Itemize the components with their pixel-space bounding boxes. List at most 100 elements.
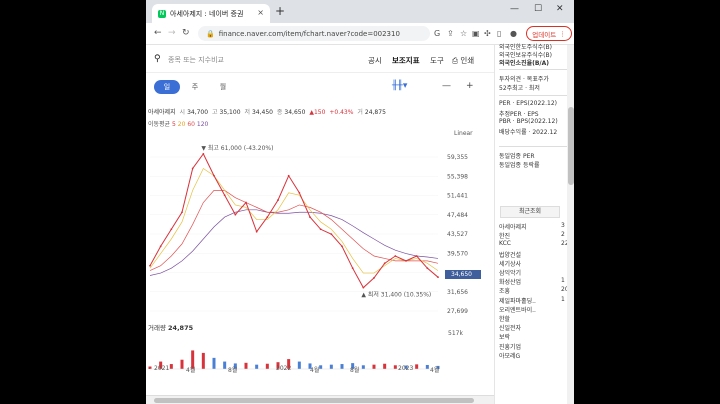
maximize-icon[interactable]: ☐ <box>534 4 542 14</box>
x-tick: 4월 <box>310 367 320 374</box>
x-tick: 4월 <box>430 367 440 374</box>
recent-views-tab[interactable]: 최근조회 <box>500 206 560 218</box>
close-window-icon[interactable]: ✕ <box>556 4 564 14</box>
y-tick-label: 51,441 <box>447 193 468 200</box>
recent-item[interactable]: 법양건설 <box>499 250 521 259</box>
price-point <box>266 216 269 219</box>
x-axis: 2021 4월 8월 2022 4월 8월 2023 4월 <box>146 364 494 376</box>
recent-item[interactable]: 신일전자 <box>499 323 521 332</box>
price-point <box>394 255 397 257</box>
menu-indicators[interactable]: 보조지표 <box>392 55 420 66</box>
recent-item[interactable]: KCC <box>499 240 511 247</box>
price-point <box>234 213 237 216</box>
x-tick: 8월 <box>350 367 360 374</box>
compare-search-input[interactable]: 종목 또는 지수비교 <box>168 55 224 65</box>
recent-item[interactable]: 한진 <box>499 231 510 240</box>
price-point <box>341 245 343 248</box>
series-line <box>149 152 439 289</box>
x-tick: 8월 <box>228 367 238 374</box>
google-icon[interactable]: G <box>434 29 440 38</box>
bookmark-star-icon[interactable]: ☆ <box>460 29 467 38</box>
recent-item[interactable]: 화성산업 <box>499 277 521 286</box>
sidebar-item: 외국인소진율(B/A) <box>499 60 550 67</box>
scroll-thumb[interactable] <box>154 398 474 403</box>
period-week[interactable]: 주 <box>182 80 208 94</box>
recent-item[interactable]: 제일파마홀딩.. <box>499 296 536 305</box>
new-tab-button[interactable]: + <box>275 5 285 17</box>
recent-item[interactable]: 조흥 <box>499 286 510 295</box>
profile-icon[interactable]: ● <box>510 29 517 38</box>
recent-item[interactable]: 아모레G <box>499 351 520 360</box>
price-point <box>170 228 173 231</box>
extension-icon[interactable]: ▣ <box>472 29 480 38</box>
divider <box>499 146 567 147</box>
low-annotation: ▲ 최저 31,400 (10.35%) <box>361 291 431 299</box>
moving-average-legend[interactable]: 이동평균 5 20 60 120 <box>148 119 208 128</box>
share-icon[interactable]: ⇪ <box>447 29 454 38</box>
price-point <box>298 191 301 194</box>
sidebar-item: 동일업종 PER <box>499 153 535 160</box>
horizontal-scrollbar[interactable] <box>146 395 494 404</box>
minimize-icon[interactable]: — <box>510 4 519 14</box>
price-point <box>191 167 194 170</box>
close-value: 34,650 <box>284 109 306 116</box>
search-icon[interactable]: ⚲ <box>154 54 161 64</box>
recent-item-value: 1 <box>561 295 565 303</box>
chart-toolbar: ⚲ 종목 또는 지수비교 공시 보조지표 도구 ⎙ 인쇄 <box>146 45 494 73</box>
recent-item[interactable]: 세기상사 <box>499 259 521 268</box>
y-tick-label: 43,527 <box>447 231 468 238</box>
sidepanel-icon[interactable]: ▯ <box>497 29 501 38</box>
low-label: 저 <box>244 109 250 116</box>
print-button[interactable]: ⎙ 인쇄 <box>452 55 474 66</box>
price-point <box>202 152 205 155</box>
naver-favicon-icon: N <box>158 9 166 18</box>
puzzle-icon[interactable]: ✣ <box>484 29 491 38</box>
forward-icon[interactable]: → <box>168 28 176 38</box>
url-field[interactable]: 🔒 finance.naver.com/item/fchart.naver?co… <box>198 26 430 41</box>
price-point <box>415 255 418 257</box>
lock-icon: 🔒 <box>206 29 215 38</box>
open-value: 34,700 <box>187 109 209 116</box>
series-line <box>149 209 439 276</box>
recent-item[interactable]: 삼익악기 <box>499 268 521 277</box>
zoom-out-icon[interactable]: — <box>442 81 451 91</box>
y-tick-label: 47,484 <box>447 212 468 219</box>
browser-tab[interactable]: N 아세아제지 : 네이버 증권 × <box>152 4 270 23</box>
stock-chart[interactable]: 59,35555,39851,44147,48443,52739,57035,6… <box>146 141 494 371</box>
x-tick: 2021 <box>154 365 170 372</box>
price-point <box>159 245 162 248</box>
period-day[interactable]: 일 <box>154 80 180 94</box>
recent-item[interactable]: 진흥기업 <box>499 342 521 351</box>
volume-label: 거 <box>357 109 363 116</box>
period-month[interactable]: 월 <box>210 80 236 94</box>
volume-caption-value: 24,875 <box>168 324 194 332</box>
recent-item-value: 2 <box>561 231 565 239</box>
recent-item[interactable]: 한할 <box>499 314 510 323</box>
update-button[interactable]: 업데이트 ⋮ <box>526 26 572 41</box>
recent-item[interactable]: 오리엔트바이.. <box>499 305 536 314</box>
sidebar-item: PBR · BPS(2022.12) <box>499 118 558 125</box>
back-icon[interactable]: ← <box>154 28 162 38</box>
high-label: 고 <box>211 109 218 116</box>
recent-item[interactable]: 보락 <box>499 332 510 341</box>
change-pct: +0.43% <box>329 109 354 116</box>
period-selector: 일 주 월 ╫╫▾ — + <box>146 75 494 99</box>
price-point <box>287 174 290 177</box>
scale-selector[interactable]: Linear <box>454 130 473 137</box>
menu-tools[interactable]: 도구 <box>430 55 444 66</box>
recent-item[interactable]: 아세아제지 <box>499 222 527 231</box>
zoom-in-icon[interactable]: + <box>466 81 474 91</box>
scroll-thumb[interactable] <box>568 107 574 185</box>
price-point <box>181 211 183 214</box>
tab-close-icon[interactable]: × <box>257 8 264 17</box>
price-info: 아세아제지 시 34,700 고 35,100 저 34,450 종 34,650 ▲1… <box>146 107 494 119</box>
chart-type-icon[interactable]: ╫╫▾ <box>392 81 407 91</box>
tab-title: 아세아제지 : 네이버 증권 <box>170 9 244 18</box>
volume-axis-label: 517k <box>448 330 463 337</box>
recent-item-value: 3 <box>561 222 565 229</box>
price-point <box>373 277 375 279</box>
vertical-scrollbar[interactable] <box>567 45 574 404</box>
reload-icon[interactable]: ↻ <box>182 28 190 38</box>
price-point <box>383 262 386 265</box>
menu-disclosure[interactable]: 공시 <box>368 55 382 66</box>
